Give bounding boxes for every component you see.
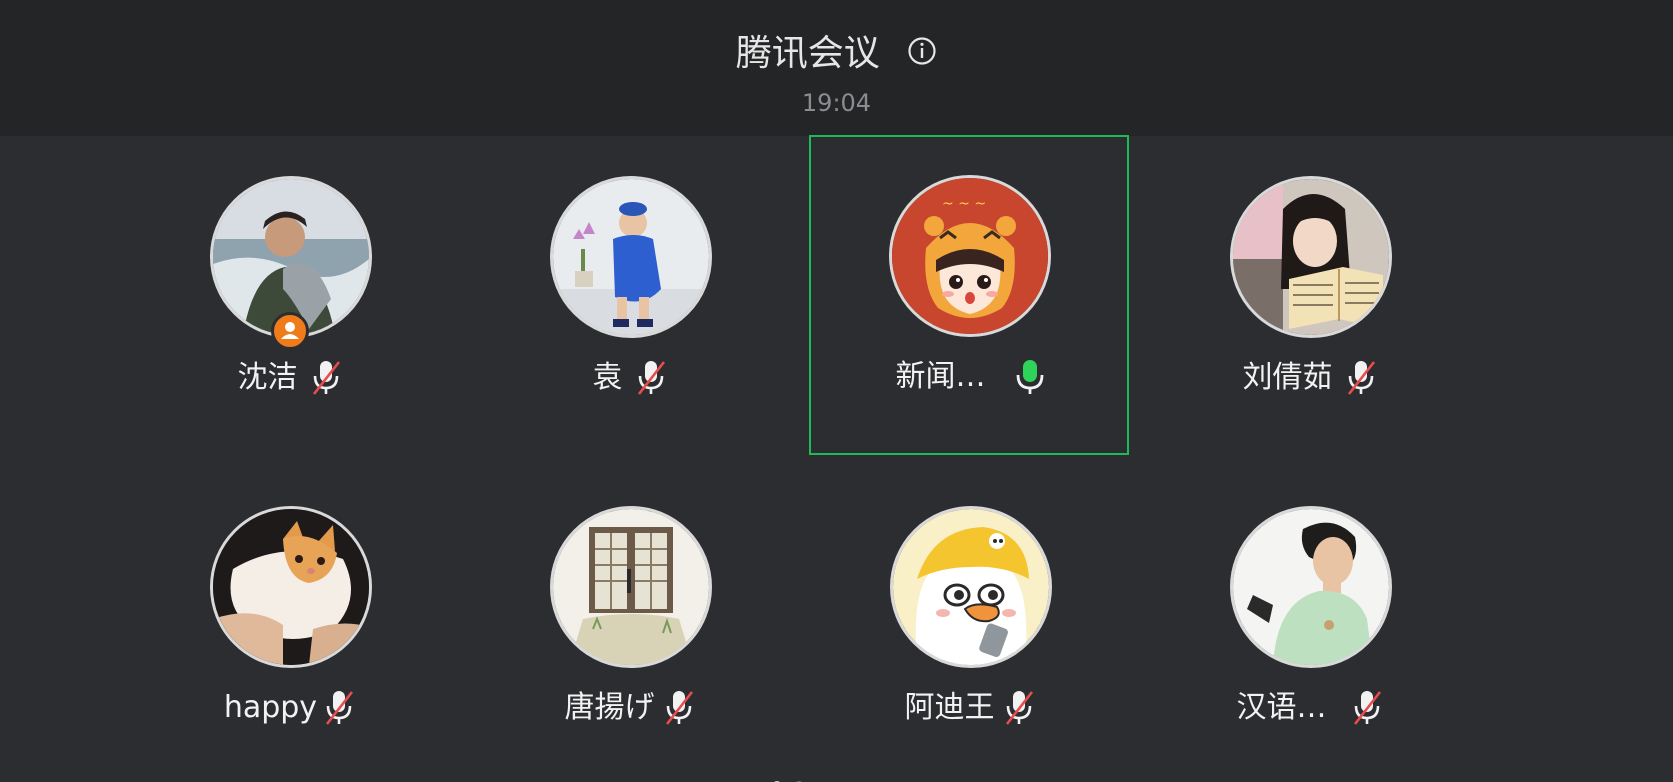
- participant-name: happy: [223, 690, 318, 725]
- mic-muted-icon: [665, 691, 693, 725]
- participant-name-row: 袁: [470, 358, 790, 398]
- participant-name: 沈洁: [237, 360, 298, 395]
- participant-tile[interactable]: 刘倩茹: [1150, 136, 1470, 456]
- participant-name: 刘倩茹: [1242, 360, 1333, 395]
- doorway-scene-avatar: [550, 506, 712, 668]
- participant-name-row: 汉语…: [1150, 688, 1470, 728]
- participant-name: 新闻…: [895, 359, 986, 394]
- participant-name-row: happy: [130, 688, 450, 728]
- participant-tile-active-speaker[interactable]: ~ ~ ~ 新闻…: [809, 135, 1129, 455]
- participant-grid: 沈洁 袁 ~ ~ ~ 新闻… 刘倩茹 happy 唐揚げ 阿迪王 汉语…: [0, 135, 1673, 782]
- participant-tile[interactable]: 袁: [470, 136, 790, 456]
- participant-name: 汉语…: [1236, 690, 1327, 725]
- participant-name-row: 新闻…: [811, 357, 1131, 397]
- mic-muted-icon: [1353, 691, 1381, 725]
- participant-name-row: 唐揚げ: [470, 688, 790, 728]
- participant-name-row: 沈洁: [130, 358, 450, 398]
- title-row: 腾讯会议: [0, 30, 1673, 77]
- tiger-hat-cartoon-avatar: ~ ~ ~: [889, 175, 1051, 337]
- child-blue-outfit-avatar: [550, 176, 712, 338]
- boy-portrait-avatar: [1230, 506, 1392, 668]
- mic-muted-icon: [1347, 361, 1375, 395]
- meeting-time: 19:04: [801, 89, 872, 117]
- participant-name-row: 刘倩茹: [1150, 358, 1470, 398]
- participant-tile[interactable]: 沈洁: [130, 136, 450, 456]
- svg-text:~ ~ ~: ~ ~ ~: [942, 196, 986, 212]
- mic-muted-icon: [637, 361, 665, 395]
- mic-muted-icon: [312, 361, 340, 395]
- participant-name: 唐揚げ: [564, 690, 655, 725]
- participant-tile[interactable]: 唐揚げ: [470, 466, 790, 782]
- page-indicator[interactable]: [772, 776, 816, 782]
- participant-name-row: 阿迪王: [810, 688, 1130, 728]
- meeting-header: 腾讯会议 19:04: [0, 0, 1673, 136]
- participant-tile[interactable]: happy: [130, 466, 450, 782]
- host-badge-icon: [271, 312, 309, 350]
- info-icon[interactable]: [907, 36, 937, 66]
- mic-muted-icon: [326, 691, 354, 725]
- mic-active-icon: [1016, 360, 1043, 394]
- mic-muted-icon: [1005, 691, 1033, 725]
- woman-reading-avatar: [1230, 176, 1392, 338]
- meeting-screen: 腾讯会议 19:04 沈洁 袁 ~ ~ ~ 新闻… 刘倩茹 happy 唐揚げ …: [0, 0, 1673, 782]
- participant-tile[interactable]: 阿迪王: [810, 466, 1130, 782]
- duck-cartoon-avatar: [890, 506, 1052, 668]
- participant-tile[interactable]: 汉语…: [1150, 466, 1470, 782]
- meeting-title: 腾讯会议: [735, 33, 880, 74]
- participant-name: 阿迪王: [904, 690, 995, 725]
- participant-name: 袁: [592, 360, 623, 395]
- cat-avatar: [210, 506, 372, 668]
